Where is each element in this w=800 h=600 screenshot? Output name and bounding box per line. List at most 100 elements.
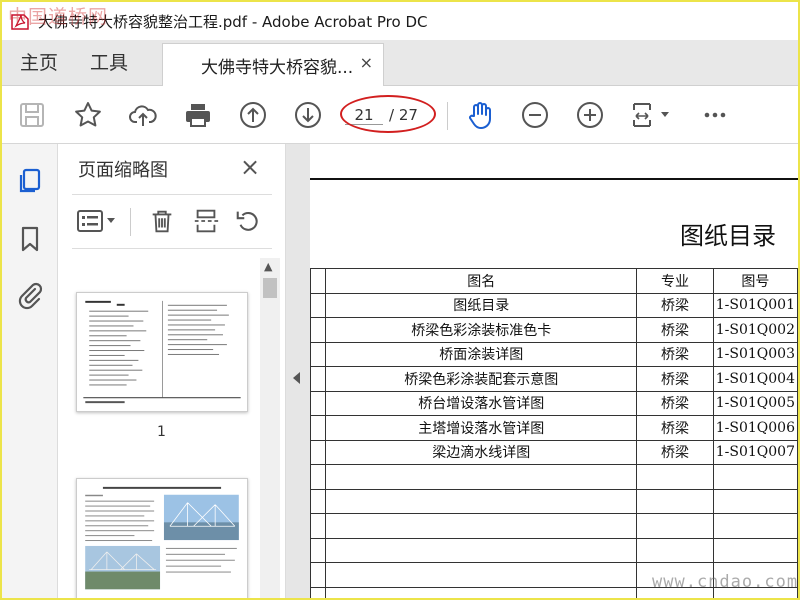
acrobat-window: 大佛寺特大桥容貌整治工程.pdf - Adobe Acrobat Pro DC … xyxy=(2,2,798,598)
next-page-button[interactable] xyxy=(292,99,324,131)
table-cell: 桥梁 xyxy=(636,439,714,465)
tab-document-label: 大佛寺特大桥容貌... xyxy=(201,57,354,78)
table-header-cell: 图号 xyxy=(712,268,798,294)
fit-page-icon xyxy=(633,103,669,127)
page-thumbnail-2[interactable] xyxy=(76,478,248,598)
table-cell: 1-S01Q007 xyxy=(712,439,798,465)
page-thumbnails-panel: 页面缩略图 × 1 ▲ xyxy=(58,144,286,598)
page-thumbnail-1[interactable] xyxy=(76,292,248,412)
document-view: 图纸目录 图名 专业 图号 图纸目录 桥梁 1-S01Q001 桥梁色彩涂装标准色卡… xyxy=(310,144,798,598)
scrollbar-thumb[interactable] xyxy=(263,278,277,298)
table-cell: 桥梁 xyxy=(636,292,714,318)
table-cell: 梁边滴水线详图 xyxy=(325,439,638,465)
navigation-pane xyxy=(2,144,58,598)
table-cell: 图纸目录 xyxy=(325,292,638,318)
table-cell: 1-S01Q006 xyxy=(712,415,798,441)
table-cell: 桥台增设落水管详图 xyxy=(325,390,638,416)
more-icon xyxy=(704,112,726,118)
bookmark-star-button[interactable] xyxy=(72,99,104,131)
zoom-in-button[interactable] xyxy=(574,99,606,131)
table-cell: 桥梁 xyxy=(636,341,714,367)
table-cell: 桥梁色彩涂装标准色卡 xyxy=(325,317,638,343)
title-bar: 大佛寺特大桥容貌整治工程.pdf - Adobe Acrobat Pro DC xyxy=(2,2,798,40)
extract-page-button[interactable] xyxy=(190,204,222,238)
table-row: 图纸目录 桥梁 1-S01Q001 xyxy=(310,292,798,318)
page-up-icon xyxy=(240,102,266,128)
save-icon xyxy=(20,103,44,127)
watermark-top-left: 中国道桥网 xyxy=(8,6,109,28)
attachments-icon[interactable] xyxy=(15,280,45,310)
print-button[interactable] xyxy=(182,99,214,131)
close-tab-icon[interactable]: × xyxy=(360,53,373,72)
trash-icon xyxy=(152,210,172,233)
table-cell: 1-S01Q001 xyxy=(712,292,798,318)
table-cell: 桥梁 xyxy=(636,366,714,392)
delete-page-button[interactable] xyxy=(146,204,178,238)
table-row: 桥台增设落水管详图 桥梁 1-S01Q005 xyxy=(310,390,798,416)
document-heading: 图纸目录 xyxy=(680,222,776,250)
thumbnail-scrollbar[interactable]: ▲ xyxy=(260,258,280,598)
zoom-out-icon xyxy=(522,102,548,128)
scroll-up-arrow-icon[interactable]: ▲ xyxy=(264,260,272,273)
table-cell: 1-S01Q002 xyxy=(712,317,798,343)
bookmarks-icon[interactable] xyxy=(15,224,45,254)
previous-page-button[interactable] xyxy=(237,99,269,131)
table-header-cell: 图名 xyxy=(325,268,638,294)
table-row-empty xyxy=(310,537,798,563)
table-cell: 1-S01Q003 xyxy=(712,341,798,367)
table-cell: 1-S01Q005 xyxy=(712,390,798,416)
red-highlight-ellipse xyxy=(340,95,436,133)
close-panel-icon[interactable]: × xyxy=(240,153,260,181)
table-row: 桥梁色彩涂装标准色卡 桥梁 1-S01Q002 xyxy=(310,317,798,343)
table-row-empty xyxy=(310,464,798,490)
table-header-cell: 专业 xyxy=(636,268,714,294)
table-row-empty xyxy=(310,513,798,539)
more-tools-button[interactable] xyxy=(699,99,731,131)
zoom-in-icon xyxy=(577,102,603,128)
table-cell: 桥梁色彩涂装配套示意图 xyxy=(325,366,638,392)
panel-divider xyxy=(72,194,272,195)
toolbar-divider xyxy=(447,102,448,130)
upload-button[interactable] xyxy=(127,99,159,131)
collapse-arrow-icon[interactable] xyxy=(293,372,300,384)
table-cell: 桥梁 xyxy=(636,390,714,416)
page-extract-icon xyxy=(194,209,219,233)
star-icon xyxy=(75,102,101,127)
hand-icon xyxy=(469,102,491,129)
table-row-empty xyxy=(310,488,798,514)
table-cell: 桥面涂装详图 xyxy=(325,341,638,367)
tab-bar: 主页 工具 大佛寺特大桥容貌... × xyxy=(2,40,798,86)
table-cell: 1-S01Q004 xyxy=(712,366,798,392)
fit-page-dropdown[interactable] xyxy=(630,99,674,131)
table-row: 桥梁色彩涂装配套示意图 桥梁 1-S01Q004 xyxy=(310,366,798,392)
page-down-icon xyxy=(295,102,321,128)
thumbnail-1-label: 1 xyxy=(157,424,166,440)
panel-title: 页面缩略图 xyxy=(78,160,168,181)
table-row: 主塔增设落水管详图 桥梁 1-S01Q006 xyxy=(310,415,798,441)
toolbar: 21 / 27 xyxy=(2,86,798,144)
table-row: 梁边滴水线详图 桥梁 1-S01Q007 xyxy=(310,439,798,465)
tab-tools[interactable]: 工具 xyxy=(90,40,128,86)
table-cell: 桥梁 xyxy=(636,415,714,441)
thumbnail-1-preview xyxy=(83,300,241,404)
drawing-index-table: 图名 专业 图号 图纸目录 桥梁 1-S01Q001 桥梁色彩涂装标准色卡 桥梁 1-S… xyxy=(310,268,798,598)
rotate-icon xyxy=(236,211,258,231)
page-thumbnails-icon[interactable] xyxy=(15,166,45,196)
zoom-out-button[interactable] xyxy=(519,99,551,131)
thumbnail-2-preview xyxy=(85,486,239,590)
page-border-line xyxy=(310,178,798,180)
table-header-row: 图名 专业 图号 xyxy=(310,268,798,294)
tab-home[interactable]: 主页 xyxy=(20,40,58,86)
thumbnail-options-dropdown[interactable] xyxy=(76,204,120,238)
tab-document[interactable]: 大佛寺特大桥容貌... × xyxy=(162,43,384,86)
options-list-icon xyxy=(77,210,115,232)
table-row: 桥面涂装详图 桥梁 1-S01Q003 xyxy=(310,341,798,367)
table-cell: 桥梁 xyxy=(636,317,714,343)
table-cell: 主塔增设落水管详图 xyxy=(325,415,638,441)
print-icon xyxy=(186,104,210,127)
watermark-bottom-right: www.cndao.com xyxy=(652,572,798,592)
save-button[interactable] xyxy=(16,99,48,131)
collapse-panel-strip[interactable] xyxy=(286,144,310,598)
rotate-page-button[interactable] xyxy=(232,204,264,238)
hand-tool-button[interactable] xyxy=(464,99,496,131)
